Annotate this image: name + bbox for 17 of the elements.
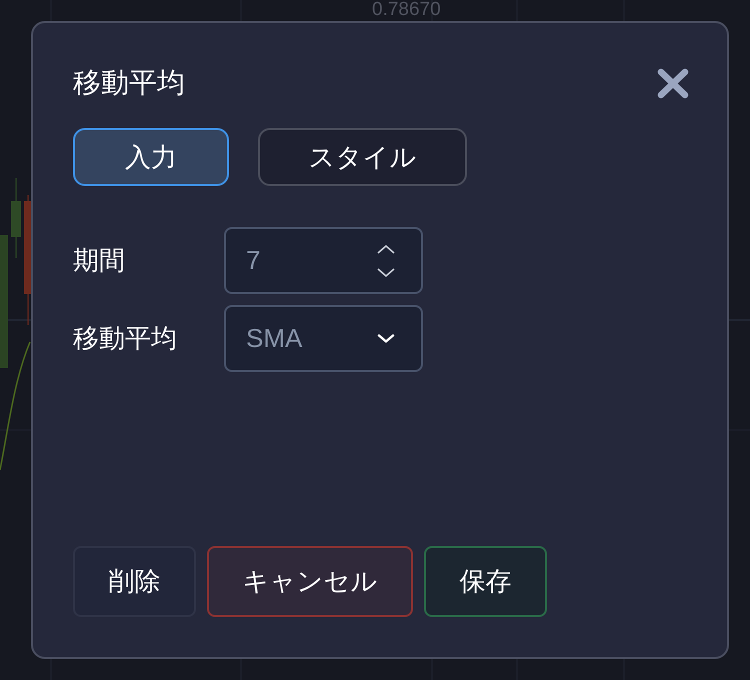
delete-button[interactable]: 削除 (73, 546, 196, 617)
spinner-down-icon[interactable] (377, 268, 395, 276)
number-input-field[interactable]: 7 (224, 227, 423, 294)
select-dropdown[interactable]: SMA (224, 305, 423, 372)
tab[interactable]: 入力 (73, 128, 229, 186)
field-label: 移動平均 (73, 322, 178, 355)
spinner-up-icon[interactable] (377, 244, 395, 254)
save-button[interactable]: 保存 (424, 546, 547, 617)
price-label: 0.78670 (372, 0, 441, 20)
chevron-down-icon (377, 334, 395, 343)
field-value: 7 (246, 244, 262, 277)
cancel-button[interactable]: キャンセル (207, 546, 413, 617)
field-label: 期間 (73, 244, 126, 277)
close-icon[interactable] (657, 68, 689, 98)
dialog-title: 移動平均 (73, 66, 185, 100)
tab[interactable]: スタイル (258, 128, 467, 186)
select-value: SMA (246, 322, 304, 355)
